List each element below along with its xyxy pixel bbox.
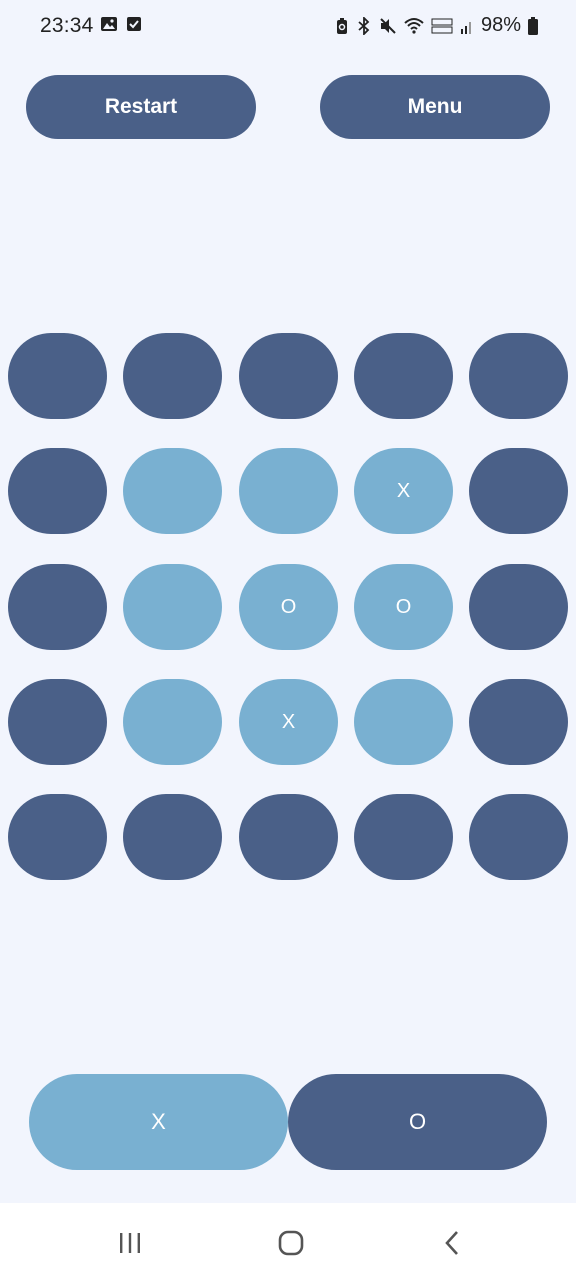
turn-o-label: O: [408, 1109, 427, 1134]
board-cell-r5-c1[interactable]: [8, 794, 107, 880]
bluetooth-icon: [356, 16, 372, 35]
board-cell-mark: X: [396, 479, 411, 502]
board-cell-r2-c5[interactable]: [469, 448, 568, 534]
battery-icon: [528, 16, 538, 35]
board-cell-mark: O: [395, 595, 412, 618]
recent-apps-icon[interactable]: [110, 1225, 150, 1261]
board-cell-r4-c4[interactable]: [354, 679, 453, 765]
turn-x-button[interactable]: X: [29, 1074, 288, 1170]
checkbox-icon: [126, 16, 142, 32]
board-cell-r3-c4[interactable]: O: [354, 564, 453, 650]
back-icon[interactable]: [432, 1225, 472, 1261]
status-time: 23:34: [40, 14, 94, 37]
board-cell-r1-c5[interactable]: [469, 333, 568, 419]
image-icon: [100, 16, 118, 32]
wifi-icon: [404, 17, 424, 35]
board-cell-r1-c1[interactable]: [8, 333, 107, 419]
game-board: X O O X: [8, 333, 568, 880]
board-cell-r4-c2[interactable]: [123, 679, 222, 765]
board-cell-r2-c2[interactable]: [123, 448, 222, 534]
board-cell-r1-c3[interactable]: [239, 333, 338, 419]
status-left-icons: [100, 16, 142, 32]
mute-icon: [379, 17, 397, 35]
board-cell-r4-c1[interactable]: [8, 679, 107, 765]
board-cell-mark: O: [280, 595, 297, 618]
status-right-icons: 98%: [335, 14, 538, 37]
turn-x-label: X: [151, 1109, 166, 1134]
board-cell-r3-c1[interactable]: [8, 564, 107, 650]
signal-icon: [460, 17, 474, 35]
board-cell-r5-c4[interactable]: [354, 794, 453, 880]
board-cell-r3-c5[interactable]: [469, 564, 568, 650]
restart-button[interactable]: Restart: [26, 75, 256, 139]
turn-o-button[interactable]: O: [288, 1074, 547, 1170]
menu-button-label: Menu: [407, 95, 463, 118]
volte-icon: [431, 17, 453, 35]
battery-saver-icon: [335, 17, 349, 35]
board-cell-r2-c1[interactable]: [8, 448, 107, 534]
board-cell-r2-c4[interactable]: X: [354, 448, 453, 534]
board-cell-r4-c5[interactable]: [469, 679, 568, 765]
home-icon[interactable]: [271, 1225, 311, 1261]
board-cell-mark: X: [281, 710, 296, 733]
menu-button[interactable]: Menu: [320, 75, 550, 139]
board-cell-r4-c3[interactable]: X: [239, 679, 338, 765]
board-cell-r5-c2[interactable]: [123, 794, 222, 880]
restart-button-label: Restart: [104, 95, 178, 118]
board-cell-r5-c3[interactable]: [239, 794, 338, 880]
board-cell-r3-c3[interactable]: O: [239, 564, 338, 650]
status-bar: 23:34 98%: [0, 0, 576, 54]
navigation-bar: [0, 1203, 576, 1280]
board-cell-r3-c2[interactable]: [123, 564, 222, 650]
board-cell-r2-c3[interactable]: [239, 448, 338, 534]
board-cell-r1-c4[interactable]: [354, 333, 453, 419]
battery-percent: 98%: [480, 14, 521, 36]
board-cell-r1-c2[interactable]: [123, 333, 222, 419]
board-cell-r5-c5[interactable]: [469, 794, 568, 880]
